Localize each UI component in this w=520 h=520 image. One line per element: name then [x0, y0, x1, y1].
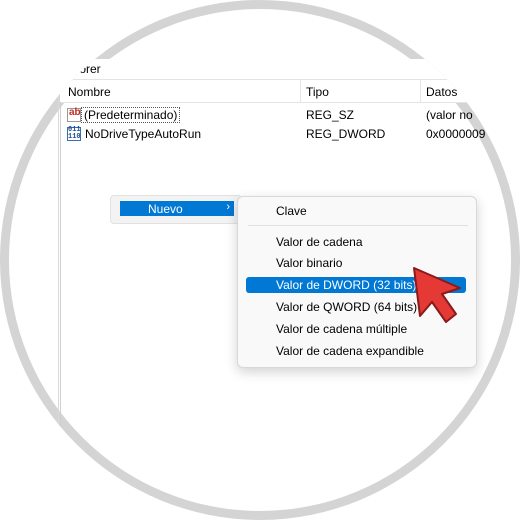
row-data: 0x0000009: [426, 127, 486, 141]
row-type: REG_SZ: [306, 108, 355, 122]
row-type: REG_DWORD: [306, 127, 386, 141]
menu-item-label: Valor de cadena expandible: [276, 344, 424, 358]
binary-value-icon: 011 110: [67, 126, 81, 141]
menu-separator: [248, 225, 468, 226]
string-value-icon: ab: [67, 107, 81, 122]
column-divider[interactable]: [300, 80, 301, 102]
menu-item-label: Clave: [276, 204, 307, 218]
list-header: Nombre Tipo Datos: [60, 80, 520, 103]
row-name: (Predeterminado): [80, 107, 181, 123]
column-header-name[interactable]: Nombre: [68, 85, 111, 99]
menu-item-label: Nuevo: [148, 202, 183, 216]
chevron-right-icon: ›: [226, 201, 230, 213]
menu-item-label: Valor de DWORD (32 bits): [276, 278, 417, 292]
window-left-border: [58, 59, 59, 520]
menu-item-clave[interactable]: Clave: [246, 203, 466, 219]
registry-row[interactable]: ab (Predeterminado) REG_SZ (valor no: [60, 106, 520, 124]
row-name: NoDriveTypeAutoRun: [85, 127, 202, 141]
menu-item-label: Valor de cadena múltiple: [276, 322, 408, 336]
menu-item-valor-cadena-expandible[interactable]: Valor de cadena expandible: [246, 343, 466, 359]
menu-item-label: Valor de cadena: [276, 235, 363, 249]
menu-item-valor-cadena[interactable]: Valor de cadena: [246, 234, 466, 250]
menu-item-nuevo[interactable]: Nuevo ›: [120, 201, 234, 216]
list-left-edge: [60, 102, 61, 520]
red-arrow-pointer-icon: [413, 267, 461, 323]
menu-item-label: Valor binario: [276, 256, 343, 270]
row-data: (valor no: [426, 108, 473, 122]
column-divider[interactable]: [420, 80, 421, 102]
address-path: plorer: [70, 62, 101, 76]
registry-row[interactable]: 011 110 NoDriveTypeAutoRun REG_DWORD 0x00…: [60, 125, 520, 143]
column-header-data[interactable]: Datos: [426, 85, 457, 99]
menu-item-label: Valor de QWORD (64 bits): [276, 300, 418, 314]
column-header-type[interactable]: Tipo: [306, 85, 329, 99]
address-bar[interactable]: plorer: [58, 59, 520, 80]
circular-crop: plorer Nombre Tipo Datos ab (Predetermin…: [0, 0, 520, 520]
